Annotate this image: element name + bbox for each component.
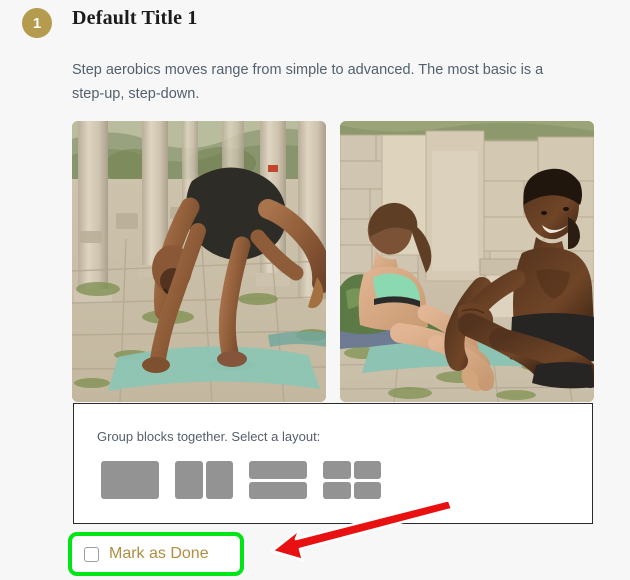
mark-as-done-checkbox[interactable] (84, 546, 99, 562)
layout-picker-panel: Group blocks together. Select a layout: (73, 403, 593, 524)
layout-option-two-columns[interactable] (175, 461, 233, 499)
photo-yoga-arm-balance-graphic (72, 121, 326, 402)
photo-yoga-arm-balance[interactable] (72, 121, 326, 402)
image-gallery (72, 121, 594, 402)
layout-cell (249, 461, 307, 479)
layout-cell (323, 461, 351, 479)
layout-option-two-rows[interactable] (249, 461, 307, 499)
layout-cell (175, 461, 203, 499)
photo-couple-stretching[interactable] (340, 121, 594, 402)
step-number-badge: 1 (22, 8, 52, 38)
layout-cell (353, 481, 381, 499)
layout-cell (353, 461, 381, 479)
mark-as-done-label: Mark as Done (109, 545, 209, 562)
layout-option-single[interactable] (101, 461, 159, 499)
page-title: Default Title 1 (72, 7, 198, 29)
step-header: 1 Default Title 1 (0, 0, 630, 48)
layout-option-grid-2x2[interactable] (323, 461, 381, 499)
mark-as-done-highlight: Mark as Done (68, 532, 244, 576)
photo-couple-stretching-graphic (340, 121, 594, 402)
layout-cell (101, 461, 159, 499)
mark-as-done-row[interactable]: Mark as Done (72, 536, 240, 572)
body-paragraph: Step aerobics moves range from simple to… (72, 62, 544, 102)
layout-cell (205, 461, 233, 499)
layout-cell (323, 481, 351, 499)
layout-options-list (101, 461, 381, 499)
layout-picker-label: Group blocks together. Select a layout: (97, 429, 321, 444)
layout-cell (249, 481, 307, 499)
